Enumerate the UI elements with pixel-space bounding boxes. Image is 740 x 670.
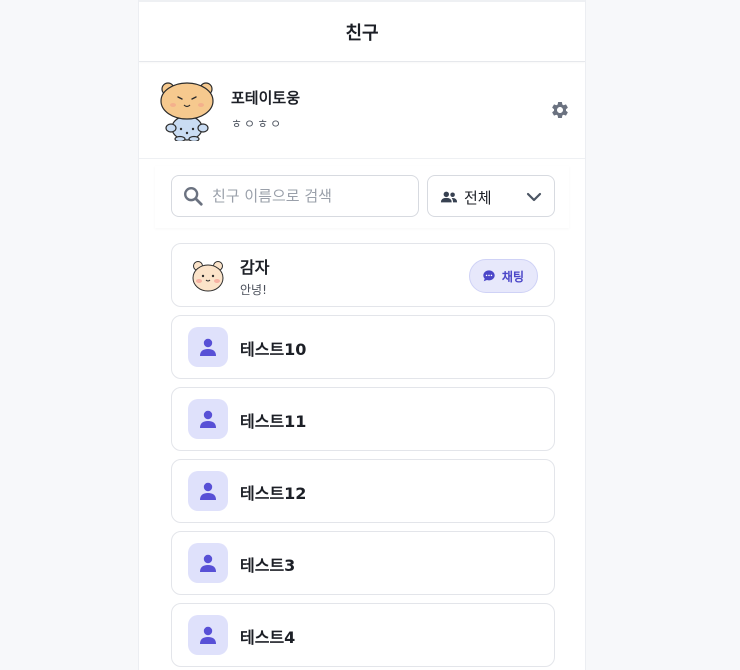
settings-button[interactable]	[549, 99, 571, 121]
my-profile[interactable]: 포테이토웅 ㅎㅇㅎㅇ	[139, 63, 585, 159]
friend-card[interactable]: 테스트12	[171, 459, 555, 523]
friend-name: 테스트10	[240, 340, 307, 359]
chat-button[interactable]: 채팅	[468, 259, 538, 293]
user-icon	[200, 410, 216, 428]
search-box[interactable]	[171, 175, 419, 217]
friend-card[interactable]: 테스트10	[171, 315, 555, 379]
friend-name: 테스트11	[240, 412, 307, 431]
header: 친구	[139, 2, 585, 62]
filter-selected-label: 전체	[464, 189, 492, 207]
avatar	[188, 543, 228, 583]
user-icon	[200, 554, 216, 572]
chat-button-label: 채팅	[501, 269, 524, 284]
user-icon	[200, 338, 216, 356]
avatar	[188, 471, 228, 511]
friends-screen: 친구 포테이토웅 ㅎㅇㅎㅇ 친구 이름으로 검색 전체 감자 안녕! 채팅 테스…	[138, 0, 586, 670]
chevron-down-icon	[526, 192, 542, 202]
user-icon	[200, 626, 216, 644]
users-icon	[440, 191, 458, 203]
my-profile-status: ㅎㅇㅎㅇ	[231, 117, 284, 131]
gear-icon	[552, 101, 568, 118]
avatar	[188, 399, 228, 439]
page-title: 친구	[345, 22, 379, 44]
avatar	[188, 615, 228, 655]
search-input[interactable]	[212, 176, 412, 216]
user-icon	[200, 482, 216, 500]
search-icon	[184, 187, 203, 206]
friend-card[interactable]: 테스트11	[171, 387, 555, 451]
bear-avatar-icon	[192, 261, 224, 292]
friend-filter-select[interactable]: 전체	[427, 175, 555, 217]
friend-list: 감자 안녕! 채팅 테스트10 테스트11 테스트12 테스트3 테스트4	[171, 243, 555, 670]
friend-card[interactable]: 테스트4	[171, 603, 555, 667]
my-profile-name: 포테이토웅	[231, 89, 301, 107]
friend-name: 감자	[240, 258, 270, 277]
friend-name: 테스트4	[240, 628, 296, 647]
friend-name: 테스트3	[240, 556, 296, 575]
friend-card[interactable]: 감자 안녕! 채팅	[171, 243, 555, 307]
bear-avatar-icon	[160, 82, 214, 141]
chat-bubble-icon	[483, 270, 495, 282]
friend-status: 안녕!	[240, 283, 267, 297]
friend-card[interactable]: 테스트3	[171, 531, 555, 595]
friend-name: 테스트12	[240, 484, 307, 503]
search-toolbar: 전체	[155, 166, 569, 228]
avatar	[188, 327, 228, 367]
